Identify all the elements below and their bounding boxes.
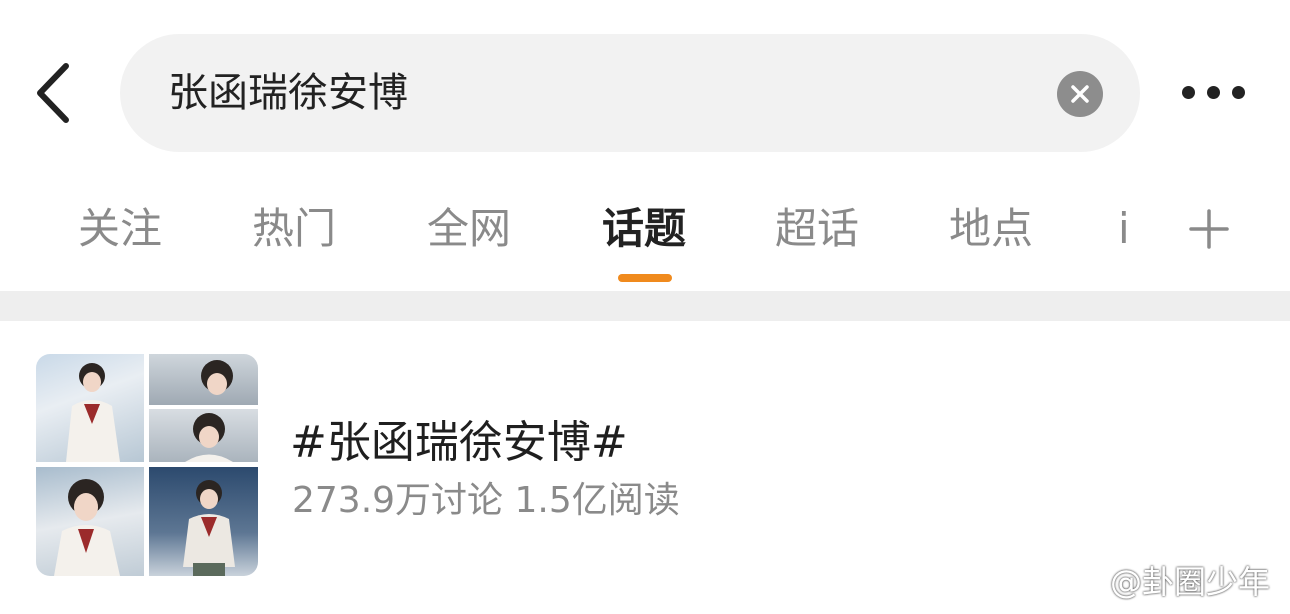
collage-photo-3: [149, 409, 258, 462]
collage-photo-4: [36, 467, 144, 576]
topic-title: #张函瑞徐安博#: [290, 417, 628, 468]
topic-stats: 273.9万讨论 1.5亿阅读: [292, 480, 680, 521]
weibo-logo-icon: [1064, 566, 1108, 601]
topic-thumbnail-collage: [36, 354, 258, 576]
collage-photo-1: [36, 354, 144, 462]
tab-follow[interactable]: 关注: [78, 196, 162, 262]
tab-topics[interactable]: 话题: [602, 196, 686, 262]
add-tab-button[interactable]: [1188, 208, 1230, 250]
tab-hot[interactable]: 热门: [252, 196, 336, 262]
section-divider: [0, 291, 1290, 321]
active-tab-indicator: [618, 274, 672, 282]
back-arrow-icon: [37, 63, 69, 123]
clear-search-button[interactable]: [1057, 71, 1103, 117]
more-button[interactable]: [1176, 80, 1252, 108]
clear-x-icon: [1071, 85, 1089, 103]
search-tabs: 关注 热门 全网 话题 超话 地点: [0, 196, 1290, 266]
search-input[interactable]: 张函瑞徐安博: [120, 34, 1140, 152]
watermark-text: @卦圈少年: [1110, 563, 1271, 601]
tab-overflow-partial[interactable]: i: [1118, 196, 1132, 266]
tab-all-web[interactable]: 全网: [427, 196, 511, 262]
tab-places[interactable]: 地点: [949, 196, 1033, 262]
tab-super-topics[interactable]: 超话: [775, 196, 859, 262]
collage-photo-5: [149, 467, 258, 576]
tab-partial-label: i: [1118, 204, 1130, 253]
collage-photo-2: [149, 354, 258, 405]
back-button[interactable]: [30, 62, 78, 124]
watermark: @卦圈少年: [1064, 560, 1270, 604]
plus-icon: [1189, 209, 1229, 249]
search-query-text: 张函瑞徐安博: [168, 70, 408, 116]
